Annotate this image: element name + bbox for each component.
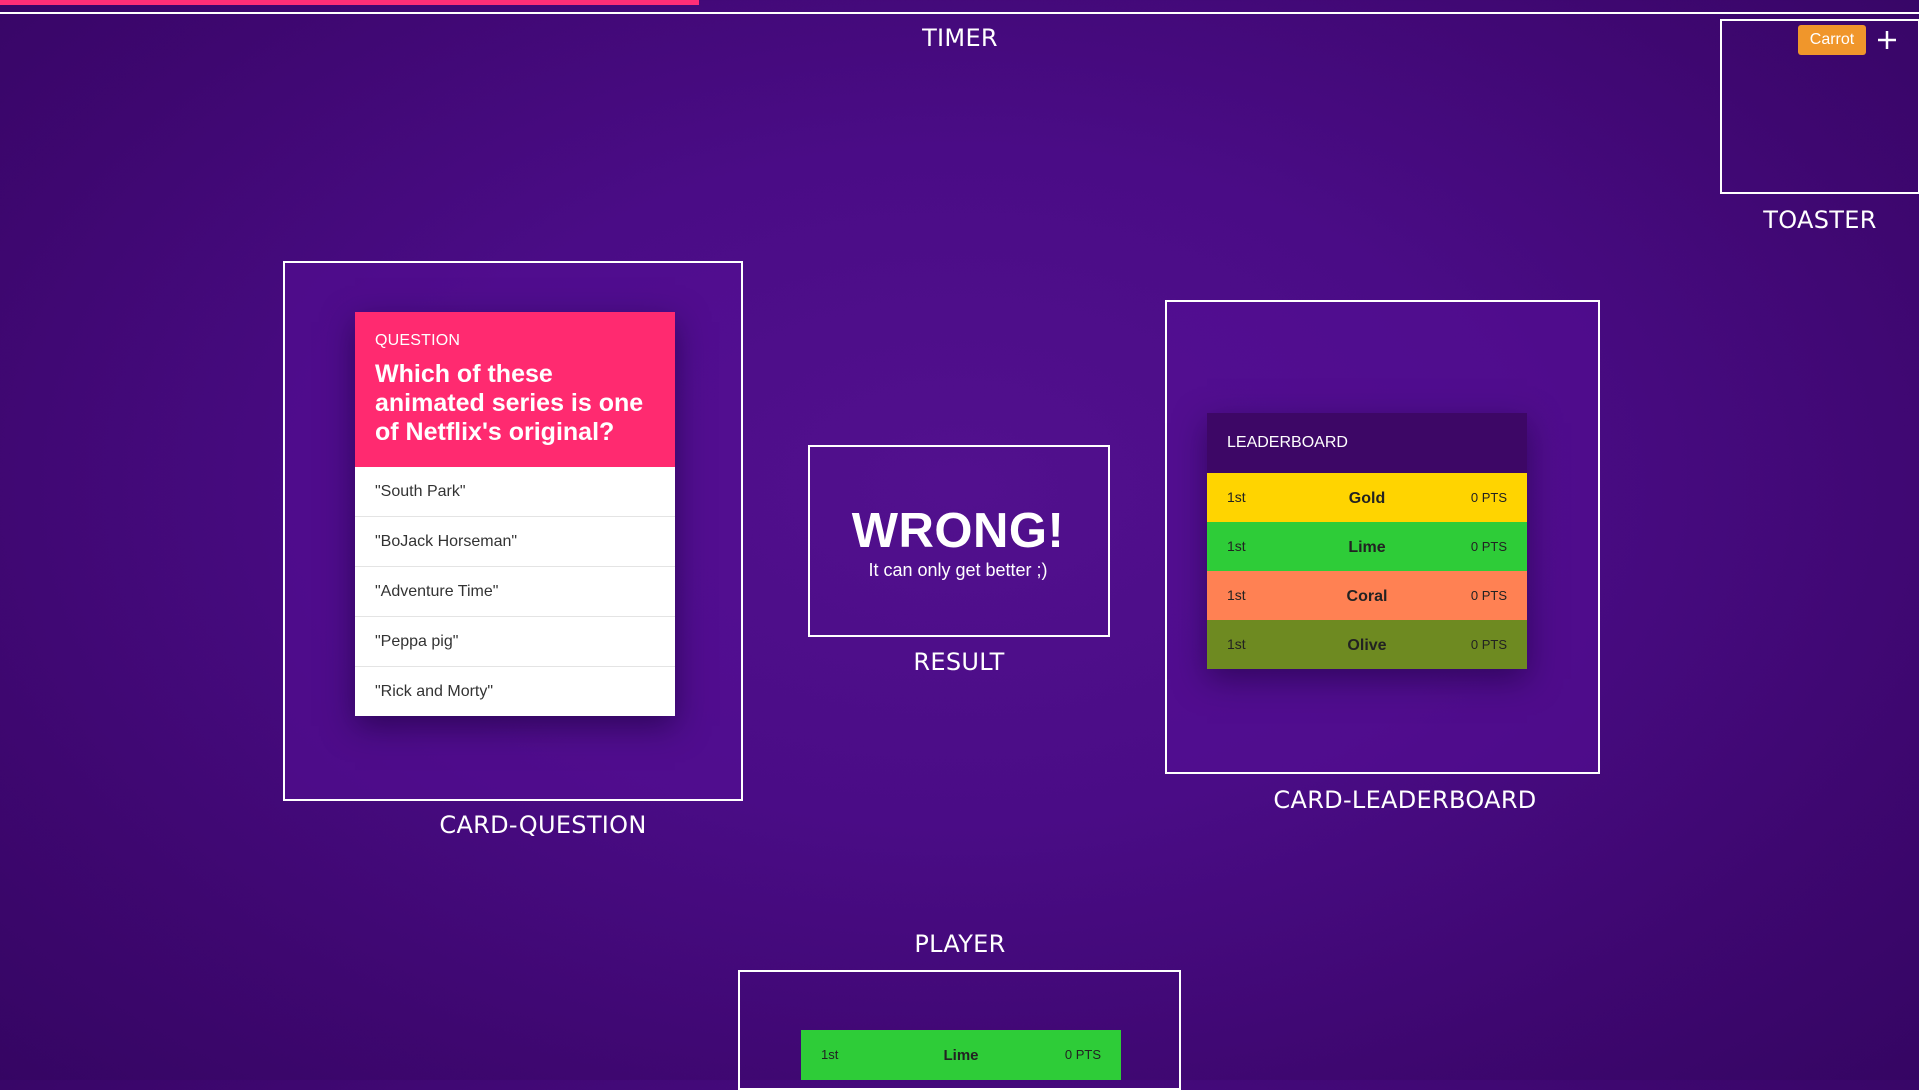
question-kicker: QUESTION xyxy=(375,332,461,349)
timer-label: TIMER xyxy=(922,24,998,52)
leaderboard-card: LEADERBOARD 1st Gold 0 PTS 1st Lime 0 PT… xyxy=(1207,413,1527,669)
result-label: RESULT xyxy=(913,648,1005,676)
leaderboard-points: 0 PTS xyxy=(1470,637,1507,652)
answer-option[interactable]: "BoJack Horseman" xyxy=(355,516,675,566)
toaster-label: TOASTER xyxy=(1763,206,1877,234)
result-title: WRONG! xyxy=(851,504,1065,558)
player-points: 0 PTS xyxy=(1064,1047,1101,1062)
leaderboard-row: 1st Olive 0 PTS xyxy=(1207,620,1527,669)
answer-option[interactable]: "Adventure Time" xyxy=(355,566,675,616)
leaderboard-points: 0 PTS xyxy=(1470,539,1507,554)
plus-icon[interactable] xyxy=(1872,25,1902,55)
leaderboard-title: LEADERBOARD xyxy=(1207,413,1527,473)
question-header: QUESTION Which of these animated series … xyxy=(355,312,675,467)
player-row: 1st Lime 0 PTS xyxy=(801,1030,1121,1080)
card-question-label: CARD-QUESTION xyxy=(439,811,647,839)
answer-option[interactable]: "South Park" xyxy=(355,467,675,516)
answer-list: "South Park" "BoJack Horseman" "Adventur… xyxy=(355,467,675,716)
leaderboard-row: 1st Coral 0 PTS xyxy=(1207,571,1527,620)
answer-option[interactable]: "Peppa pig" xyxy=(355,616,675,666)
question-card: QUESTION Which of these animated series … xyxy=(355,312,675,716)
timer-progress-bar xyxy=(0,0,699,5)
result-subtitle: It can only get better ;) xyxy=(868,560,1048,580)
answer-option[interactable]: "Rick and Morty" xyxy=(355,666,675,716)
leaderboard-points: 0 PTS xyxy=(1470,490,1507,505)
timer-track xyxy=(0,12,1919,14)
leaderboard-points: 0 PTS xyxy=(1470,588,1507,603)
player-label: PLAYER xyxy=(914,930,1006,958)
toast-chip[interactable]: Carrot xyxy=(1798,25,1866,55)
leaderboard-row: 1st Lime 0 PTS xyxy=(1207,522,1527,571)
question-title: Which of these animated series is one of… xyxy=(375,360,644,446)
leaderboard-row: 1st Gold 0 PTS xyxy=(1207,473,1527,522)
card-leaderboard-label: CARD-LEADERBOARD xyxy=(1273,786,1537,814)
